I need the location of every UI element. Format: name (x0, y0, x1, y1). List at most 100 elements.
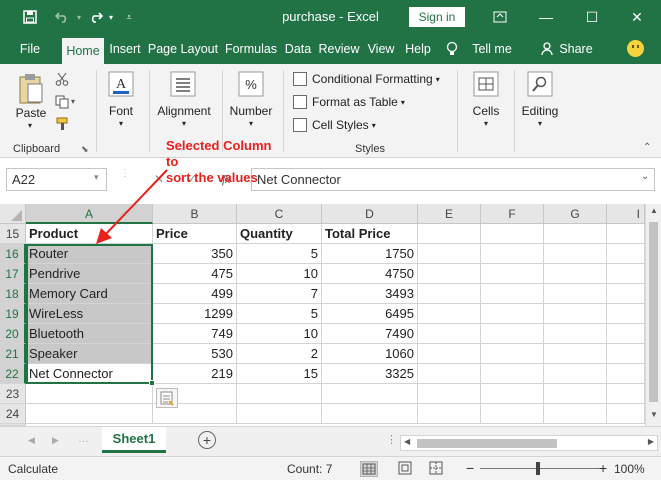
copy-icon[interactable] (55, 95, 71, 112)
name-box[interactable]: A22 (6, 168, 107, 191)
cell-g22[interactable] (544, 364, 607, 384)
cell-a15[interactable]: Product (26, 224, 153, 244)
redo-icon[interactable] (86, 0, 106, 34)
cell-f16[interactable] (481, 244, 544, 264)
cell-h22[interactable] (607, 364, 645, 384)
font-icon[interactable]: A (108, 71, 134, 100)
cut-icon[interactable] (55, 72, 69, 89)
cell-d21[interactable]: 1060 (322, 344, 418, 364)
quick-analysis-icon[interactable] (156, 388, 178, 408)
cell-b17[interactable]: 475 (153, 264, 237, 284)
tab-formulas[interactable]: Formulas (223, 34, 279, 64)
cell-f18[interactable] (481, 284, 544, 304)
cell-c20[interactable]: 10 (237, 324, 322, 344)
cell-d23[interactable] (322, 384, 418, 404)
horizontal-scroll-thumb[interactable] (417, 439, 557, 448)
share-button[interactable]: Share (558, 34, 594, 64)
formula-input[interactable]: Net Connector (251, 168, 655, 191)
cell-e20[interactable] (418, 324, 481, 344)
cell-e15[interactable] (418, 224, 481, 244)
normal-view-icon[interactable] (360, 461, 378, 477)
cell-a17[interactable]: Pendrive (26, 264, 153, 284)
cell-d19[interactable]: 6495 (322, 304, 418, 324)
tab-split-grip-icon[interactable]: ⋮ (386, 433, 397, 446)
scroll-up-icon[interactable]: ▲ (650, 206, 658, 215)
cell-h17[interactable] (607, 264, 645, 284)
page-break-preview-icon[interactable] (428, 461, 444, 478)
tab-view[interactable]: View (365, 34, 397, 64)
minimize-button[interactable]: — (524, 0, 568, 34)
cell-a16[interactable]: Router (26, 244, 153, 264)
cell-h18[interactable] (607, 284, 645, 304)
cell-f21[interactable] (481, 344, 544, 364)
cell-b21[interactable]: 530 (153, 344, 237, 364)
cell-b18[interactable]: 499 (153, 284, 237, 304)
sign-in-button[interactable]: Sign in (409, 7, 465, 27)
alignment-icon[interactable] (170, 71, 196, 100)
cell-f22[interactable] (481, 364, 544, 384)
cell-g18[interactable] (544, 284, 607, 304)
cell-f15[interactable] (481, 224, 544, 244)
cell-b16[interactable]: 350 (153, 244, 237, 264)
cell-g15[interactable] (544, 224, 607, 244)
number-dropdown-icon[interactable]: ▾ (244, 119, 258, 128)
row-header-17[interactable]: 17 (0, 264, 26, 284)
format-painter-icon[interactable] (55, 117, 69, 134)
page-layout-view-icon[interactable] (397, 461, 413, 478)
number-format-icon[interactable]: % (238, 71, 264, 100)
zoom-out-button[interactable]: − (466, 460, 474, 476)
conditional-formatting-button[interactable]: Conditional Formatting ▾ (293, 70, 440, 88)
cell-a20[interactable]: Bluetooth (26, 324, 153, 344)
row-header-15[interactable]: 15 (0, 224, 26, 244)
undo-icon[interactable] (52, 0, 72, 34)
cell-g16[interactable] (544, 244, 607, 264)
cell-e19[interactable] (418, 304, 481, 324)
cell-a21[interactable]: Speaker (26, 344, 153, 364)
cell-h21[interactable] (607, 344, 645, 364)
tab-help[interactable]: Help (402, 34, 434, 64)
cell-b22[interactable]: 219 (153, 364, 237, 384)
cell-b20[interactable]: 749 (153, 324, 237, 344)
select-all-corner[interactable] (0, 204, 26, 224)
paste-button[interactable]: Paste (10, 106, 52, 120)
cancel-icon[interactable]: ✕ (154, 172, 164, 186)
cells-dropdown-icon[interactable]: ▾ (479, 119, 493, 128)
zoom-slider[interactable] (480, 468, 600, 469)
cell-f19[interactable] (481, 304, 544, 324)
column-header-a[interactable]: A (26, 204, 153, 224)
cell-styles-button[interactable]: Cell Styles ▾ (293, 116, 376, 134)
paste-icon[interactable] (18, 72, 44, 109)
cell-e22[interactable] (418, 364, 481, 384)
cell-d18[interactable]: 3493 (322, 284, 418, 304)
cell-b19[interactable]: 1299 (153, 304, 237, 324)
cell-a18[interactable]: Memory Card (26, 284, 153, 304)
cell-h15[interactable] (607, 224, 645, 244)
row-header-23[interactable]: 23 (0, 384, 26, 404)
cell-g23[interactable] (544, 384, 607, 404)
cell-g20[interactable] (544, 324, 607, 344)
cell-e16[interactable] (418, 244, 481, 264)
close-button[interactable]: ✕ (615, 0, 659, 34)
fill-handle[interactable] (149, 380, 155, 386)
row-header-16[interactable]: 16 (0, 244, 26, 264)
cell-d16[interactable]: 1750 (322, 244, 418, 264)
cell-e21[interactable] (418, 344, 481, 364)
zoom-level[interactable]: 100% (614, 462, 645, 476)
next-sheet-icon[interactable]: ▶ (52, 435, 59, 446)
vertical-scrollbar[interactable]: ▲ ▼ (645, 204, 661, 426)
cell-f17[interactable] (481, 264, 544, 284)
cell-a24[interactable] (26, 404, 153, 424)
cell-g21[interactable] (544, 344, 607, 364)
cell-e23[interactable] (418, 384, 481, 404)
collapse-ribbon-icon[interactable]: ⌃ (643, 142, 651, 153)
share-person-icon[interactable] (540, 34, 556, 64)
zoom-in-button[interactable]: + (599, 460, 607, 476)
horizontal-scrollbar[interactable]: ◀ ▶ (400, 435, 658, 451)
cell-b15[interactable]: Price (153, 224, 237, 244)
cell-h23[interactable] (607, 384, 645, 404)
format-as-table-button[interactable]: Format as Table ▾ (293, 93, 405, 111)
cell-a23[interactable] (26, 384, 153, 404)
font-button[interactable]: Font (100, 104, 142, 118)
cell-c18[interactable]: 7 (237, 284, 322, 304)
cell-e18[interactable] (418, 284, 481, 304)
